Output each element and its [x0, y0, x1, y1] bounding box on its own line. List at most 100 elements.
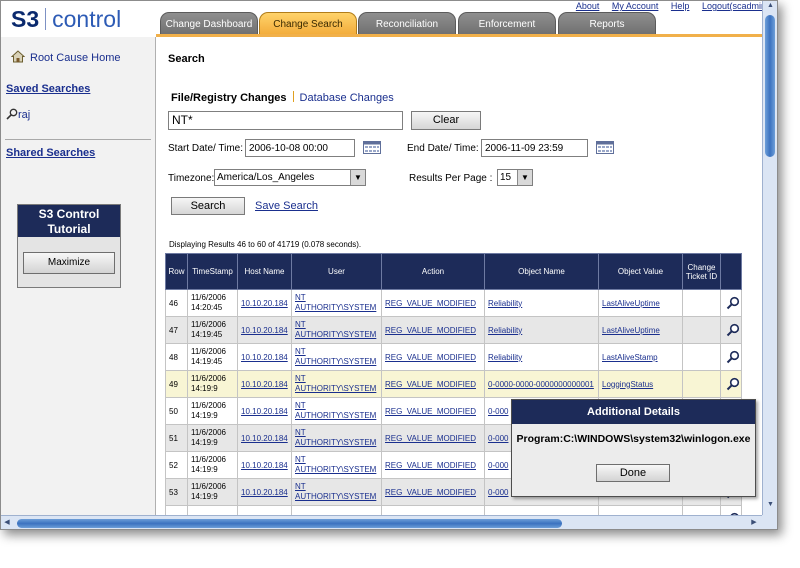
magnifier-icon[interactable]: [726, 323, 740, 337]
cell-timestamp: 11/6/2006 14:19:9: [187, 397, 238, 425]
object-name-link[interactable]: 0-000: [488, 461, 508, 470]
search-query-input[interactable]: NT*: [168, 111, 403, 130]
end-calendar-icon[interactable]: [596, 141, 614, 154]
vertical-scrollbar[interactable]: ▲ ▼: [762, 1, 777, 515]
done-button[interactable]: Done: [596, 464, 670, 482]
tab-change-search[interactable]: Change Search: [259, 12, 357, 35]
start-date-input[interactable]: 2006-10-08 00:00: [245, 139, 355, 157]
cell-action: REG_VALUE_MODIFIED: [381, 289, 485, 317]
host-link[interactable]: 10.10.20.184: [241, 434, 288, 443]
start-calendar-icon[interactable]: [363, 141, 381, 154]
cell-object-name: 0-0000-0000-0000000000001: [484, 370, 599, 398]
saved-search-item[interactable]: raj: [6, 108, 30, 121]
magnifier-icon[interactable]: [726, 377, 740, 391]
object-value-link[interactable]: LastAliveStamp: [602, 353, 658, 362]
cell-row: 50: [165, 397, 188, 425]
col-header-object-name[interactable]: Object Name: [484, 253, 599, 290]
host-link[interactable]: 10.10.20.184: [241, 299, 288, 308]
magnifier-icon[interactable]: [726, 296, 740, 310]
col-header-change-ticket-id[interactable]: Change Ticket ID: [682, 253, 721, 290]
action-link[interactable]: REG_VALUE_MODIFIED: [385, 461, 476, 470]
cell-date: 11/6/2006: [191, 482, 226, 491]
action-link[interactable]: REG_VALUE_MODIFIED: [385, 407, 476, 416]
tab-reconciliation[interactable]: Reconciliation: [358, 12, 456, 35]
saved-searches-heading[interactable]: Saved Searches: [6, 83, 90, 95]
timezone-select[interactable]: America/Los_Angeles ▼: [214, 169, 366, 186]
tab-reports[interactable]: Reports: [558, 12, 656, 35]
root-cause-home[interactable]: Root Cause Home: [11, 50, 121, 64]
user-link[interactable]: NT AUTHORITY\SYSTEM: [295, 293, 376, 312]
host-link[interactable]: 10.10.20.184: [241, 326, 288, 335]
maximize-button[interactable]: Maximize: [23, 252, 115, 274]
save-search-link[interactable]: Save Search: [255, 200, 318, 212]
user-link[interactable]: NT AUTHORITY\SYSTEM: [295, 320, 376, 339]
host-link[interactable]: 10.10.20.184: [241, 407, 288, 416]
col-header-action[interactable]: Action: [381, 253, 485, 290]
end-date-input[interactable]: 2006-11-09 23:59: [481, 139, 588, 157]
object-name-link[interactable]: Reliability: [488, 353, 522, 362]
cell-user: NT AUTHORITY\SYSTEM: [291, 451, 382, 479]
user-link[interactable]: NT AUTHORITY\SYSTEM: [295, 374, 376, 393]
object-name-link[interactable]: Reliability: [488, 326, 522, 335]
vertical-scroll-thumb[interactable]: [765, 15, 775, 157]
tab-database-changes[interactable]: Database Changes: [300, 92, 394, 104]
results-per-page-select[interactable]: 15 ▼: [497, 169, 533, 186]
horizontal-scrollbar[interactable]: ◀ ▶: [1, 515, 762, 529]
action-link[interactable]: REG_VALUE_MODIFIED: [385, 488, 476, 497]
action-link[interactable]: REG_VALUE_MODIFIED: [385, 434, 476, 443]
cell-time: 14:19:9: [191, 465, 218, 474]
cell-time: 14:19:9: [191, 411, 218, 420]
action-link[interactable]: REG_VALUE_MODIFIED: [385, 380, 476, 389]
action-link[interactable]: REG_VALUE_MODIFIED: [385, 326, 476, 335]
user-link[interactable]: NT AUTHORITY\SYSTEM: [295, 482, 376, 501]
tab-change-dashboard[interactable]: Change Dashboard: [160, 12, 258, 35]
logo-brand: S3: [11, 6, 40, 32]
user-link[interactable]: NT AUTHORITY\SYSTEM: [295, 455, 376, 474]
col-header-timestamp[interactable]: TimeStamp: [187, 253, 238, 290]
saved-search-raj-link[interactable]: raj: [18, 109, 30, 121]
host-link[interactable]: 10.10.20.184: [241, 353, 288, 362]
object-name-link[interactable]: 0-0000-0000-0000000000001: [488, 380, 594, 389]
help-link[interactable]: Help: [671, 1, 690, 11]
tab-enforcement[interactable]: Enforcement: [458, 12, 556, 35]
action-link[interactable]: REG_VALUE_MODIFIED: [385, 299, 476, 308]
object-value-link[interactable]: LoggingStatus: [602, 380, 653, 389]
object-value-link[interactable]: LastAliveUptime: [602, 299, 660, 308]
col-header-host-name[interactable]: Host Name: [237, 253, 292, 290]
cell-change-ticket: [682, 370, 721, 398]
tab-file-registry-changes[interactable]: File/Registry Changes: [171, 92, 287, 104]
host-link[interactable]: 10.10.20.184: [241, 488, 288, 497]
root-cause-home-link[interactable]: Root Cause Home: [30, 52, 121, 64]
object-name-link[interactable]: 0-000: [488, 407, 508, 416]
user-link[interactable]: NT AUTHORITY\SYSTEM: [295, 347, 376, 366]
host-link[interactable]: 10.10.20.184: [241, 380, 288, 389]
user-link[interactable]: NT AUTHORITY\SYSTEM: [295, 401, 376, 420]
cell-row: 46: [165, 289, 188, 317]
scroll-up-icon[interactable]: ▲: [763, 2, 777, 9]
object-name-link[interactable]: 0-000: [488, 488, 508, 497]
dialog-title: Additional Details: [512, 400, 755, 424]
table-row: 46 11/6/2006 14:20:45 10.10.20.184 NT AUTHORI…: [165, 289, 742, 317]
host-link[interactable]: 10.10.20.184: [241, 461, 288, 470]
magnifier-icon[interactable]: [726, 350, 740, 364]
search-button[interactable]: Search: [171, 197, 245, 215]
user-link[interactable]: NT AUTHORITY\SYSTEM: [295, 428, 376, 447]
table-row: 47 11/6/2006 14:19:45 10.10.20.184 NT AUTHORI…: [165, 316, 742, 344]
shared-searches-heading[interactable]: Shared Searches: [6, 147, 95, 159]
logout-link[interactable]: Logout(scadmin): [702, 1, 769, 11]
scroll-down-icon[interactable]: ▼: [763, 501, 777, 508]
scroll-right-icon[interactable]: ▶: [749, 518, 759, 526]
cell-user: NT AUTHORITY\SYSTEM: [291, 343, 382, 371]
my-account-link[interactable]: My Account: [612, 1, 659, 11]
object-name-link[interactable]: Reliability: [488, 299, 522, 308]
clear-button[interactable]: Clear: [411, 111, 481, 130]
object-name-link[interactable]: 0-000: [488, 434, 508, 443]
col-header-object-value[interactable]: Object Value: [598, 253, 683, 290]
action-link[interactable]: REG_VALUE_MODIFIED: [385, 353, 476, 362]
scroll-left-icon[interactable]: ◀: [2, 518, 12, 526]
col-header-user[interactable]: User: [291, 253, 382, 290]
about-link[interactable]: About: [576, 1, 600, 11]
object-value-link[interactable]: LastAliveUptime: [602, 326, 660, 335]
horizontal-scroll-thumb[interactable]: [17, 519, 562, 528]
col-header-row[interactable]: Row: [165, 253, 188, 290]
